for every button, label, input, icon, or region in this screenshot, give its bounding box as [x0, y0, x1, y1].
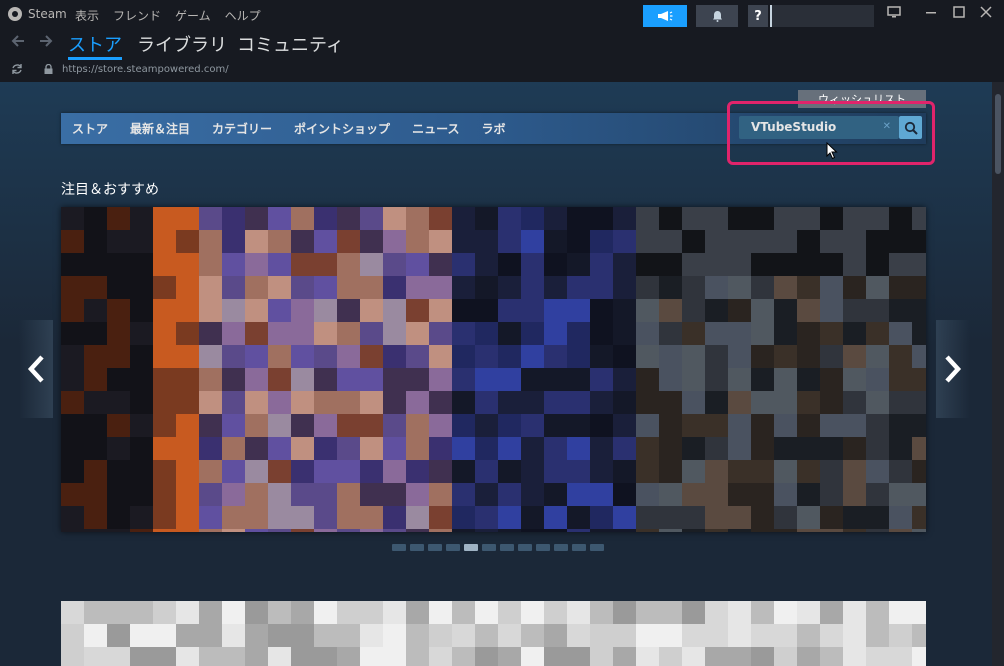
account-menu[interactable] [770, 5, 874, 27]
mouse-cursor-icon [826, 142, 838, 160]
store-nav-store[interactable]: ストア [61, 120, 119, 137]
minimize-icon[interactable] [925, 6, 937, 22]
carousel-dot[interactable] [482, 544, 496, 551]
carousel-dot[interactable] [500, 544, 514, 551]
store-nav-news[interactable]: ニュース [401, 120, 470, 137]
store-nav-categories[interactable]: カテゴリー [201, 120, 283, 137]
scrollbar-thumb[interactable] [995, 94, 1001, 174]
chevron-right-icon [945, 355, 962, 383]
menu-help[interactable]: ヘルプ [225, 7, 261, 24]
address-bar: https://store.steampowered.com/ [0, 60, 1004, 82]
carousel-dot[interactable] [518, 544, 532, 551]
carousel-next-button[interactable] [936, 320, 970, 418]
featured-carousel-image[interactable] [61, 207, 926, 532]
carousel-dot[interactable] [572, 544, 586, 551]
scrollbar[interactable] [992, 82, 1004, 666]
menu-games[interactable]: ゲーム [175, 7, 211, 24]
store-page: ウィッシュリスト ストア 最新＆注目 カテゴリー ポイントショップ ニュース ラ… [0, 82, 992, 666]
notifications-button[interactable] [696, 5, 738, 27]
carousel-dot[interactable] [392, 544, 406, 551]
carousel-dot[interactable] [428, 544, 442, 551]
close-icon[interactable] [980, 6, 992, 22]
carousel-dot[interactable] [590, 544, 604, 551]
megaphone-icon [658, 11, 673, 21]
carousel-dot[interactable] [410, 544, 424, 551]
store-nav-new-noteworthy[interactable]: 最新＆注目 [119, 120, 201, 137]
maximize-icon[interactable] [953, 6, 965, 22]
pixelated-image [61, 207, 926, 532]
store-nav-points-shop[interactable]: ポイントショップ [283, 120, 401, 137]
title-bar: Steam 表示 フレンド ゲーム ヘルプ ? [0, 0, 1004, 30]
carousel-dot[interactable] [554, 544, 568, 551]
client-nav: ストア ライブラリ コミュニティ [0, 30, 1004, 60]
menu-bar: 表示 フレンド ゲーム ヘルプ [75, 7, 261, 24]
pixelated-image [61, 601, 926, 666]
app-name: Steam [28, 7, 67, 21]
menu-view[interactable]: 表示 [75, 7, 99, 24]
lock-icon [44, 64, 53, 74]
carousel-pagination [392, 544, 604, 551]
forward-arrow-icon[interactable] [38, 33, 54, 54]
steam-logo-icon [8, 7, 22, 21]
back-arrow-icon[interactable] [10, 33, 26, 54]
carousel-dot[interactable] [536, 544, 550, 551]
chevron-left-icon [27, 355, 44, 383]
reload-icon[interactable] [10, 62, 24, 79]
tab-community[interactable]: コミュニティ [237, 31, 344, 57]
tab-store[interactable]: ストア [68, 31, 122, 60]
steam-menu[interactable]: Steam [8, 7, 67, 21]
announcements-button[interactable] [643, 5, 687, 27]
featured-title: 注目＆おすすめ [61, 182, 159, 198]
carousel-prev-button[interactable] [19, 320, 53, 418]
second-banner-image[interactable] [61, 601, 926, 666]
carousel-dot[interactable] [446, 544, 460, 551]
carousel-dot[interactable] [464, 544, 478, 551]
url-text[interactable]: https://store.steampowered.com/ [62, 64, 229, 75]
bell-icon [712, 11, 722, 22]
store-nav-labs[interactable]: ラボ [470, 120, 516, 137]
menu-friends[interactable]: フレンド [113, 7, 161, 24]
big-picture-icon[interactable] [887, 6, 901, 22]
help-button[interactable]: ? [748, 5, 768, 27]
tab-library[interactable]: ライブラリ [137, 31, 227, 57]
